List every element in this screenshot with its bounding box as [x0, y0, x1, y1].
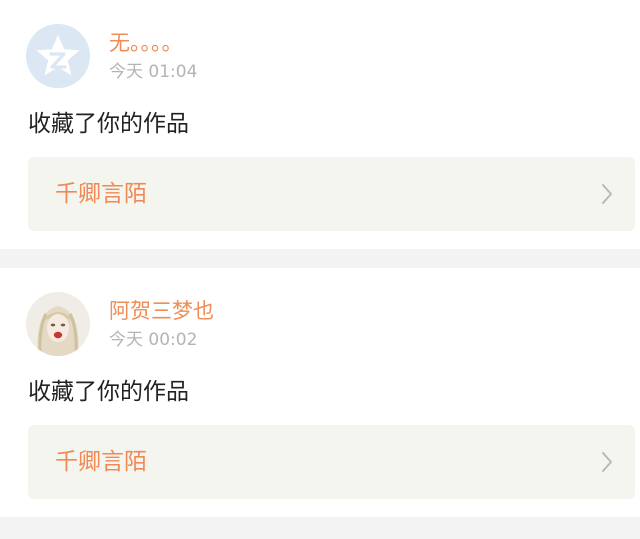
notification-card: 无。。。。 今天 01:04 收藏了你的作品 千卿言陌: [0, 0, 640, 249]
action-text: 收藏了你的作品: [28, 111, 189, 137]
work-title: 千卿言陌: [55, 181, 147, 207]
work-title: 千卿言陌: [55, 449, 147, 475]
user-name[interactable]: 无。。。。: [109, 30, 183, 56]
default-qzone-avatar-icon: [26, 24, 90, 88]
chevron-right-icon: [602, 184, 612, 204]
avatar[interactable]: [26, 24, 90, 88]
work-link-card[interactable]: 千卿言陌: [28, 157, 635, 231]
timestamp: 今天 00:02: [109, 330, 198, 350]
avatar[interactable]: [26, 292, 90, 356]
chevron-right-icon: [602, 452, 612, 472]
notification-card: 阿贺三梦也 今天 00:02 收藏了你的作品 千卿言陌: [0, 268, 640, 517]
notification-feed: 无。。。。 今天 01:04 收藏了你的作品 千卿言陌 阿贺三梦也 今天 00:…: [0, 0, 640, 517]
user-name[interactable]: 阿贺三梦也: [109, 298, 214, 324]
user-photo-avatar: [26, 292, 90, 356]
work-link-card[interactable]: 千卿言陌: [28, 425, 635, 499]
action-text: 收藏了你的作品: [28, 379, 189, 405]
timestamp: 今天 01:04: [109, 62, 198, 82]
